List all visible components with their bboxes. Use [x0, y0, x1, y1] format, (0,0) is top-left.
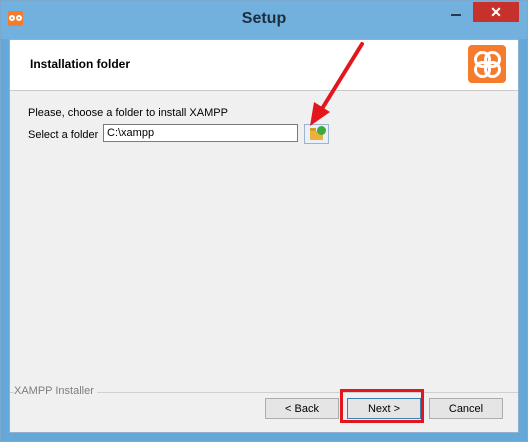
next-highlight-box — [340, 389, 424, 423]
folder-label: Select a folder — [28, 129, 99, 141]
close-button[interactable]: ✕ — [473, 2, 519, 22]
page-title: Installation folder — [30, 57, 131, 71]
installer-group-label: XAMPP Installer — [14, 385, 97, 397]
intro-text: Please, choose a folder to install XAMPP — [28, 107, 228, 119]
wizard-panel: Installation folder Please, choose a fol… — [9, 39, 519, 433]
annotation-arrow-icon — [310, 42, 364, 126]
wizard-header: Installation folder — [10, 40, 518, 91]
setup-window: Setup ✕ Installation folder Please, choo… — [0, 0, 528, 442]
back-button[interactable]: < Back — [265, 398, 339, 419]
minimize-icon — [451, 14, 461, 16]
minimize-button[interactable] — [443, 2, 469, 22]
close-icon: ✕ — [490, 3, 502, 20]
cancel-button[interactable]: Cancel — [429, 398, 503, 419]
folder-path-input[interactable] — [103, 124, 298, 142]
xampp-logo-icon — [468, 45, 506, 83]
title-bar[interactable]: Setup ✕ — [1, 1, 527, 39]
